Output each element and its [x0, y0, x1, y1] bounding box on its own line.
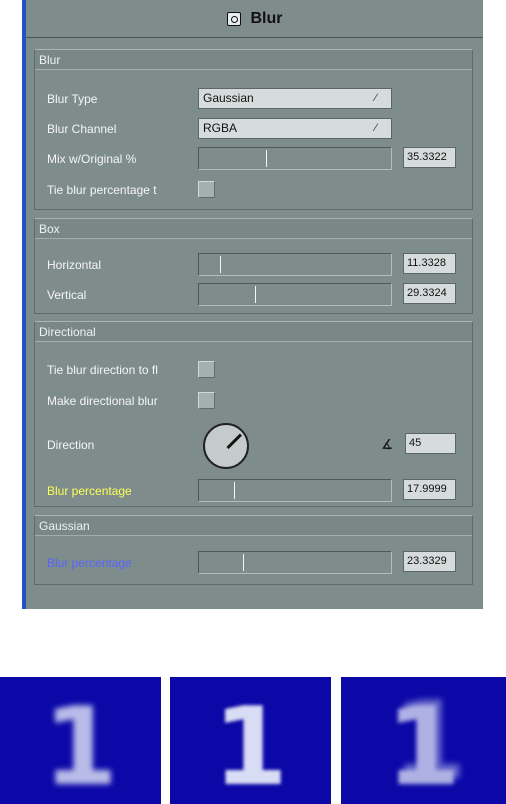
horizontal-row: Horizontal 11.3328 — [35, 253, 472, 277]
vertical-value-field[interactable]: 29.3324 — [403, 283, 456, 304]
gaussian-blur-pct-slider-thumb[interactable] — [243, 554, 244, 571]
tie-direction-row: Tie blur direction to fl — [35, 358, 472, 382]
make-directional-label: Make directional blur — [47, 394, 158, 408]
directional-blur-pct-row: Blur percentage 17.9999 — [35, 479, 472, 503]
direction-value-field[interactable]: 45 — [405, 433, 456, 454]
horizontal-slider[interactable] — [198, 253, 392, 276]
blur-panel: Blur Blur Blur Type Gaussian ⁄ Blur Chan… — [22, 0, 483, 609]
directional-blur-pct-value-field[interactable]: 17.9999 — [403, 479, 456, 500]
dropdown-arrow-icon: ⁄ — [375, 92, 377, 104]
preview-directional-blur: 1 — [341, 677, 506, 804]
gaussian-blur-pct-value-field[interactable]: 23.3329 — [403, 551, 456, 572]
section-blur-header: Blur — [35, 50, 472, 70]
directional-blur-pct-label: Blur percentage — [47, 484, 132, 498]
preview-glyph: 1 — [385, 685, 462, 804]
mix-slider[interactable] — [198, 147, 392, 170]
directional-blur-pct-slider[interactable] — [198, 479, 392, 502]
mix-row: Mix w/Original % 35.3322 — [35, 147, 472, 171]
mix-slider-thumb[interactable] — [266, 150, 267, 167]
section-box-header: Box — [35, 219, 472, 239]
tie-blur-row: Tie blur percentage t — [35, 178, 472, 202]
gaussian-blur-pct-label: Blur percentage — [47, 556, 132, 570]
panel-title-bar: Blur — [26, 0, 483, 38]
section-gaussian: Gaussian Blur percentage 23.3329 — [34, 515, 473, 585]
tie-direction-label: Tie blur direction to fl — [47, 363, 158, 377]
horizontal-slider-thumb[interactable] — [220, 256, 221, 273]
tie-direction-checkbox[interactable] — [198, 361, 215, 378]
preview-gaussian-blur: 1 — [170, 677, 331, 804]
blur-type-value: Gaussian — [203, 91, 254, 105]
direction-dial-needle — [226, 433, 242, 450]
vertical-slider-thumb[interactable] — [255, 286, 256, 303]
blur-channel-label: Blur Channel — [47, 122, 117, 136]
blur-type-row: Blur Type Gaussian ⁄ — [35, 87, 472, 111]
direction-dial[interactable] — [203, 423, 249, 469]
preview-strip: 1 1 1 — [0, 677, 506, 804]
horizontal-label: Horizontal — [47, 258, 102, 272]
blur-channel-value: RGBA — [203, 121, 238, 135]
blur-effect-icon — [226, 11, 241, 26]
make-directional-row: Make directional blur — [35, 389, 472, 413]
direction-label: Direction — [47, 438, 95, 452]
angle-icon: ∡ — [381, 436, 394, 452]
blur-type-label: Blur Type — [47, 92, 98, 106]
section-gaussian-header: Gaussian — [35, 516, 472, 536]
section-box: Box Horizontal 11.3328 Vertical 29.3324 — [34, 218, 473, 314]
tie-blur-checkbox[interactable] — [198, 181, 215, 198]
dropdown-arrow-icon: ⁄ — [375, 122, 377, 134]
preview-glyph: 1 — [42, 685, 119, 804]
gaussian-blur-pct-row: Blur percentage 23.3329 — [35, 551, 472, 575]
panel-title: Blur — [250, 9, 283, 27]
blur-channel-row: Blur Channel RGBA ⁄ — [35, 117, 472, 141]
vertical-row: Vertical 29.3324 — [35, 283, 472, 307]
tie-blur-label: Tie blur percentage t — [47, 183, 157, 197]
mix-label: Mix w/Original % — [47, 152, 137, 166]
section-directional-header: Directional — [35, 322, 472, 342]
section-directional: Directional Tie blur direction to fl Mak… — [34, 321, 473, 507]
preview-box-blur: 1 — [0, 677, 161, 804]
direction-row: Direction ∡ 45 — [35, 423, 472, 469]
section-blur: Blur Blur Type Gaussian ⁄ Blur Channel R… — [34, 49, 473, 210]
make-directional-checkbox[interactable] — [198, 392, 215, 409]
mix-value-field[interactable]: 35.3322 — [403, 147, 456, 168]
vertical-slider[interactable] — [198, 283, 392, 306]
directional-blur-pct-slider-thumb[interactable] — [234, 482, 235, 499]
preview-glyph: 1 — [212, 685, 289, 804]
horizontal-value-field[interactable]: 11.3328 — [403, 253, 456, 274]
blur-channel-dropdown[interactable]: RGBA ⁄ — [198, 118, 392, 139]
gaussian-blur-pct-slider[interactable] — [198, 551, 392, 574]
vertical-label: Vertical — [47, 288, 87, 302]
blur-type-dropdown[interactable]: Gaussian ⁄ — [198, 88, 392, 109]
